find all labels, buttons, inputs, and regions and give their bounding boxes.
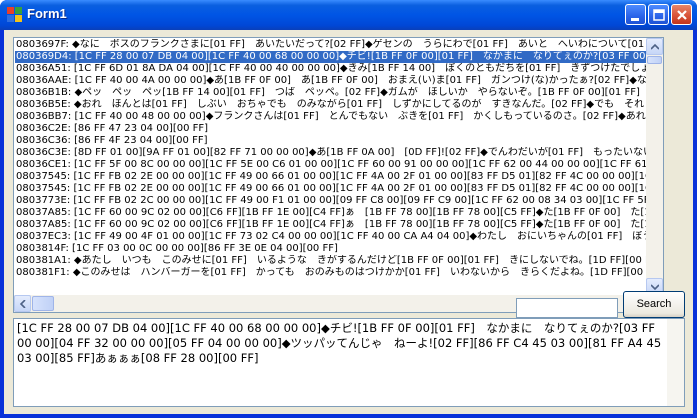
close-button[interactable] [671,4,692,25]
list-item[interactable]: 08036C36: [86 FF 4F 23 04 00][00 FF] [15,135,647,147]
list-item[interactable]: 080369D4: [1C FF 28 00 07 DB 04 00][1C F… [15,51,647,63]
detail-textbox[interactable]: [1C FF 28 00 07 DB 04 00][1C FF 40 00 68… [13,318,685,407]
list-item[interactable]: 08036B1B: ◆ペッ ペッ ペッ[1B FF 14 00][01 FF] … [15,87,647,99]
list-item[interactable]: 08036AAE: [1C FF 40 00 4A 00 00 00]◆あ[1B… [15,75,647,87]
list-item[interactable]: 0803697F: ◆なに ボスのフランクさまに[01 FF] あいたいだって?… [15,39,647,51]
list-item[interactable]: 08036C2E: [86 FF 47 23 04 00][00 FF] [15,123,647,135]
scroll-left-icon [19,300,26,308]
listbox-vertical-scrollbar[interactable] [646,38,663,295]
maximize-icon [653,9,665,21]
listbox-rows: 0803697F: ◆なに ボスのフランクさまに[01 FF] あいたいだって?… [15,39,647,294]
vertical-scroll-thumb[interactable] [647,56,662,64]
list-item[interactable]: 08036CE1: [1C FF 5F 00 8C 00 00 00][1C F… [15,159,647,171]
list-item[interactable]: 08037A85: [1C FF 60 00 9C 02 00 00][C6 F… [15,219,647,231]
close-icon [677,10,687,20]
scroll-left-button[interactable] [14,295,31,312]
maximize-button[interactable] [648,4,669,25]
minimize-icon [631,18,639,21]
list-item[interactable]: 08037EC3: [1C FF 49 00 4F 01 00 00][1C F… [15,231,647,243]
list-item[interactable]: 08037545: [1C FF FB 02 2E 00 00 00][1C F… [15,183,647,195]
list-item[interactable]: 08036B5E: ◆おれ ほんとは[01 FF] しぶい おちゃでも のみなが… [15,99,647,111]
detail-text[interactable]: [1C FF 28 00 07 DB 04 00][1C FF 40 00 68… [17,321,665,366]
search-input[interactable] [516,298,618,318]
scroll-up-icon [651,43,659,50]
list-item[interactable]: 08036A51: [1C FF 6D 01 8A DA 04 00][1C F… [15,63,647,75]
results-listbox[interactable]: 0803697F: ◆なに ボスのフランクさまに[01 FF] あいたいだって?… [13,37,664,313]
horizontal-scroll-thumb[interactable] [32,296,54,311]
list-item[interactable]: 08037545: [1C FF FB 02 2E 00 00 00][1C F… [15,171,647,183]
list-item[interactable]: 080381A1: ◆あたし いつも このみせに[01 FF] いるような きが… [15,255,647,267]
list-item[interactable]: 08037A85: [1C FF 60 00 9C 02 00 00][C6 F… [15,207,647,219]
minimize-button[interactable] [625,4,646,25]
window-title: Form1 [27,6,67,21]
scroll-down-icon [651,284,659,291]
list-item[interactable]: 08036BB7: [1C FF 40 00 48 00 00 00]◆フランク… [15,111,647,123]
form-client-area: 0803697F: ◆なに ボスのフランクさまに[01 FF] あいたいだって?… [4,30,693,414]
list-item[interactable]: 0803814F: [1C FF 03 00 0C 00 00 00][86 F… [15,243,647,255]
detail-vertical-scrollbar[interactable] [667,319,684,406]
list-item[interactable]: 08036C3E: [8D FF 01 00][9A FF 01 00][82 … [15,147,647,159]
list-item[interactable]: 080381F1: ◆このみせは ハンバーガーを[01 FF] かっても おのみ… [15,267,647,279]
app-window: Form1 0803697F: ◆なに ボスのフランクさまに[01 FF] あい… [0,0,697,418]
app-icon [7,7,23,23]
title-bar[interactable]: Form1 [0,0,697,30]
search-button[interactable]: Search [623,291,685,318]
list-item[interactable]: 0803773E: [1C FF FB 02 2C 00 00 00][1C F… [15,195,647,207]
scroll-up-button[interactable] [646,38,663,55]
